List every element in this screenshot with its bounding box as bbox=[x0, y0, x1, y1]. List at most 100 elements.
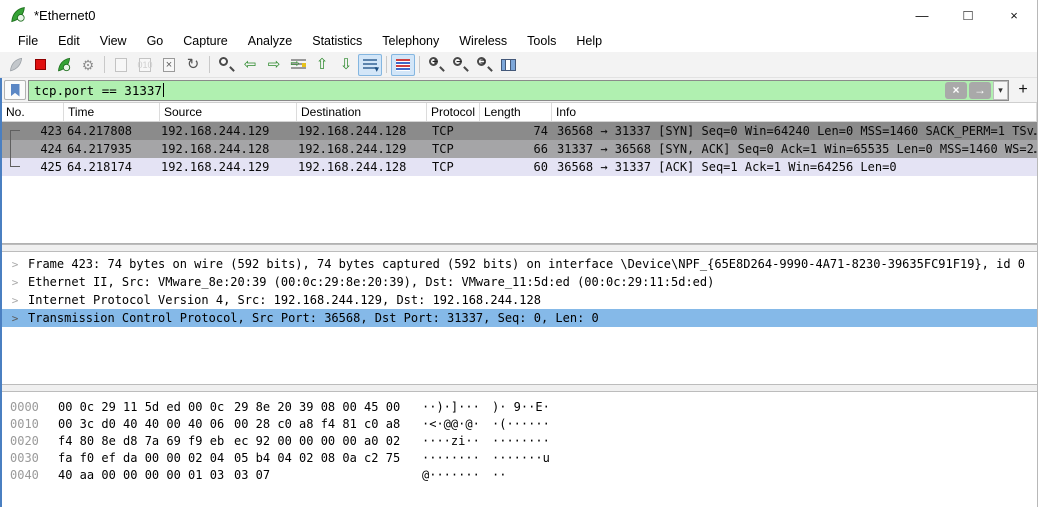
column-header-destination[interactable]: Destination bbox=[297, 103, 427, 121]
packet-row-425[interactable]: 425 64.218174 192.168.244.129 192.168.24… bbox=[2, 158, 1037, 176]
ascii-bytes[interactable]: ········ bbox=[492, 434, 550, 448]
column-header-protocol[interactable]: Protocol bbox=[427, 103, 480, 121]
column-header-no[interactable]: No. bbox=[2, 103, 64, 121]
ascii-bytes[interactable]: ·······u bbox=[492, 451, 550, 465]
menu-wireless[interactable]: Wireless bbox=[449, 32, 517, 50]
toolbar-separator bbox=[419, 56, 420, 73]
reload-file-button[interactable]: ↻ bbox=[181, 54, 205, 76]
packet-list-pane: No. Time Source Destination Protocol Len… bbox=[2, 103, 1037, 244]
ascii-bytes[interactable]: )· 9··E· bbox=[492, 400, 550, 414]
go-first-button[interactable]: ⇧ bbox=[310, 54, 334, 76]
chevron-right-icon[interactable]: > bbox=[2, 294, 28, 307]
column-header-length[interactable]: Length bbox=[480, 103, 552, 121]
go-last-button[interactable]: ⇩ bbox=[334, 54, 358, 76]
hex-row-0000[interactable]: 0000 00 0c 29 11 5d ed 00 0c 29 8e 20 39… bbox=[2, 398, 1037, 415]
capture-options-button[interactable]: ⚙ bbox=[76, 54, 100, 76]
pane-splitter[interactable] bbox=[2, 244, 1037, 252]
hex-offset: 0020 bbox=[2, 434, 48, 448]
detail-row-ip[interactable]: > Internet Protocol Version 4, Src: 192.… bbox=[2, 291, 1037, 309]
chevron-right-icon[interactable]: > bbox=[2, 312, 28, 325]
start-capture-icon bbox=[8, 57, 24, 73]
pane-splitter[interactable] bbox=[2, 384, 1037, 392]
menu-edit[interactable]: Edit bbox=[48, 32, 90, 50]
ascii-bytes[interactable]: ····zi·· bbox=[422, 434, 484, 448]
zoom-in-button[interactable]: + bbox=[424, 54, 448, 76]
hex-bytes[interactable]: f4 80 8e d8 7a 69 f9 eb bbox=[58, 434, 228, 448]
hex-bytes[interactable]: 05 b4 04 02 08 0a c2 75 bbox=[234, 451, 404, 465]
ascii-bytes[interactable]: ········ bbox=[422, 451, 484, 465]
hex-row-0040[interactable]: 0040 40 aa 00 00 00 00 01 03 03 07 @····… bbox=[2, 466, 1037, 483]
chevron-right-icon[interactable]: > bbox=[2, 276, 28, 289]
hex-row-0030[interactable]: 0030 fa f0 ef da 00 00 02 04 05 b4 04 02… bbox=[2, 449, 1037, 466]
colorize-button[interactable] bbox=[391, 54, 415, 76]
menu-bar: File Edit View Go Capture Analyze Statis… bbox=[0, 30, 1037, 52]
zoom-out-button[interactable]: − bbox=[448, 54, 472, 76]
hex-offset: 0040 bbox=[2, 468, 48, 482]
minimize-button[interactable]: — bbox=[899, 0, 945, 30]
display-filter-input[interactable]: tcp.port == 31337 × → ▾ bbox=[28, 80, 1009, 101]
ascii-bytes[interactable]: ··)·]··· bbox=[422, 400, 484, 414]
go-to-packet-button[interactable]: ⇨ bbox=[286, 54, 310, 76]
zoom-original-button[interactable]: = bbox=[472, 54, 496, 76]
auto-scroll-button[interactable]: ▾ bbox=[358, 54, 382, 76]
find-packet-button[interactable] bbox=[214, 54, 238, 76]
menu-statistics[interactable]: Statistics bbox=[302, 32, 372, 50]
detail-row-ethernet[interactable]: > Ethernet II, Src: VMware_8e:20:39 (00:… bbox=[2, 273, 1037, 291]
menu-tools[interactable]: Tools bbox=[517, 32, 566, 50]
stop-capture-button[interactable] bbox=[28, 54, 52, 76]
column-header-source[interactable]: Source bbox=[160, 103, 297, 121]
hex-bytes[interactable]: 03 07 bbox=[234, 468, 404, 482]
hex-bytes[interactable]: 29 8e 20 39 08 00 45 00 bbox=[234, 400, 404, 414]
reload-icon: ↻ bbox=[187, 57, 200, 72]
menu-analyze[interactable]: Analyze bbox=[238, 32, 302, 50]
packet-row-424[interactable]: 424 64.217935 192.168.244.128 192.168.24… bbox=[2, 140, 1037, 158]
detail-text: Ethernet II, Src: VMware_8e:20:39 (00:0c… bbox=[28, 275, 714, 289]
add-filter-button[interactable]: + bbox=[1013, 80, 1033, 100]
resize-columns-button[interactable] bbox=[496, 54, 520, 76]
hex-bytes[interactable]: 00 3c d0 40 40 00 40 06 bbox=[58, 417, 228, 431]
filter-clear-button[interactable]: × bbox=[945, 82, 967, 99]
chevron-right-icon[interactable]: > bbox=[2, 258, 28, 271]
ascii-bytes[interactable]: @······· bbox=[422, 468, 484, 482]
related-packet-bracket bbox=[10, 157, 20, 167]
menu-telephony[interactable]: Telephony bbox=[372, 32, 449, 50]
ascii-bytes[interactable]: ·· bbox=[492, 468, 506, 482]
ascii-bytes[interactable]: ·(······ bbox=[492, 417, 550, 431]
packet-row-423[interactable]: 423 64.217808 192.168.244.129 192.168.24… bbox=[2, 122, 1037, 140]
start-capture-button[interactable] bbox=[4, 54, 28, 76]
hex-bytes[interactable]: fa f0 ef da 00 00 02 04 bbox=[58, 451, 228, 465]
open-file-button[interactable] bbox=[109, 54, 133, 76]
menu-go[interactable]: Go bbox=[137, 32, 174, 50]
zoom-in-icon: + bbox=[428, 56, 445, 73]
cell-info: 36568 → 31337 [SYN] Seq=0 Win=64240 Len=… bbox=[552, 124, 1037, 138]
maximize-button[interactable]: □ bbox=[945, 0, 991, 30]
restart-capture-button[interactable] bbox=[52, 54, 76, 76]
hex-bytes[interactable]: ec 92 00 00 00 00 a0 02 bbox=[234, 434, 404, 448]
hex-row-0020[interactable]: 0020 f4 80 8e d8 7a 69 f9 eb ec 92 00 00… bbox=[2, 432, 1037, 449]
toolbar-separator bbox=[209, 56, 210, 73]
menu-capture[interactable]: Capture bbox=[173, 32, 237, 50]
go-forward-button[interactable]: ⇨ bbox=[262, 54, 286, 76]
filter-dropdown-button[interactable]: ▾ bbox=[993, 81, 1008, 100]
filter-bookmark-button[interactable] bbox=[4, 80, 26, 100]
column-header-info[interactable]: Info bbox=[552, 103, 1037, 121]
detail-row-tcp-selected[interactable]: > Transmission Control Protocol, Src Por… bbox=[2, 309, 1037, 327]
cell-destination: 192.168.244.128 bbox=[297, 124, 427, 138]
menu-view[interactable]: View bbox=[90, 32, 137, 50]
go-back-button[interactable]: ⇦ bbox=[238, 54, 262, 76]
detail-row-frame[interactable]: > Frame 423: 74 bytes on wire (592 bits)… bbox=[2, 255, 1037, 273]
ascii-bytes[interactable]: ·<·@@·@· bbox=[422, 417, 484, 431]
column-header-time[interactable]: Time bbox=[64, 103, 160, 121]
save-file-button[interactable]: 010 bbox=[133, 54, 157, 76]
hex-bytes[interactable]: 40 aa 00 00 00 00 01 03 bbox=[58, 468, 228, 482]
zoom-out-icon: − bbox=[452, 56, 469, 73]
cell-info: 36568 → 31337 [ACK] Seq=1 Ack=1 Win=6425… bbox=[552, 160, 1037, 174]
menu-file[interactable]: File bbox=[8, 32, 48, 50]
hex-bytes[interactable]: 00 28 c0 a8 f4 81 c0 a8 bbox=[234, 417, 404, 431]
close-button[interactable]: × bbox=[991, 0, 1037, 30]
menu-help[interactable]: Help bbox=[566, 32, 612, 50]
close-file-button[interactable]: × bbox=[157, 54, 181, 76]
hex-row-0010[interactable]: 0010 00 3c d0 40 40 00 40 06 00 28 c0 a8… bbox=[2, 415, 1037, 432]
filter-apply-button[interactable]: → bbox=[969, 82, 991, 99]
hex-bytes[interactable]: 00 0c 29 11 5d ed 00 0c bbox=[58, 400, 228, 414]
